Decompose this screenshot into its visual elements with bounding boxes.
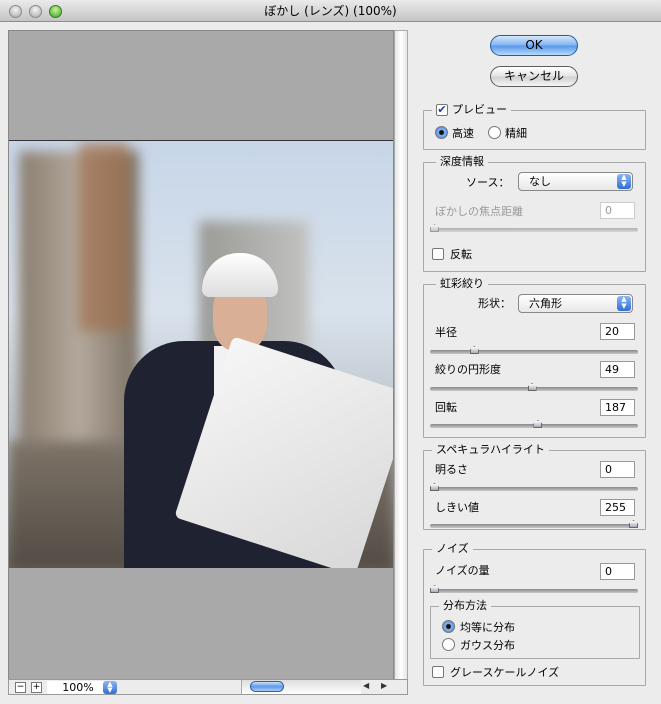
scroll-thumb[interactable] bbox=[250, 681, 284, 692]
source-select[interactable]: なし ▲ ▼ bbox=[518, 172, 633, 191]
blade-curvature-field[interactable]: 49 bbox=[600, 361, 635, 378]
blade-curvature-slider[interactable] bbox=[430, 383, 638, 391]
fast-radio[interactable] bbox=[435, 126, 448, 139]
brightness-slider[interactable] bbox=[430, 483, 638, 491]
depth-map-label: 深度情報 bbox=[436, 155, 488, 169]
noise-amount-slider[interactable] bbox=[430, 585, 638, 593]
accurate-radio[interactable] bbox=[488, 126, 501, 139]
uniform-label: 均等に分布 bbox=[460, 621, 515, 634]
focal-distance-slider[interactable] bbox=[430, 224, 638, 232]
focal-distance-label: ぼかしの焦点距離 bbox=[435, 205, 523, 218]
select-arrows-icon: ▲ ▼ bbox=[617, 174, 631, 189]
zoom-level-field[interactable]: 100% bbox=[47, 681, 109, 694]
specular-label: スペキュラハイライト bbox=[432, 443, 549, 457]
title-bar: ぼかし (レンズ) (100%) bbox=[0, 0, 661, 22]
threshold-field[interactable]: 255 bbox=[600, 499, 635, 516]
scroll-right-icon[interactable]: ▶ bbox=[381, 681, 387, 690]
fast-label: 高速 bbox=[452, 127, 474, 140]
monochromatic-checkbox[interactable] bbox=[432, 666, 444, 678]
preview-zoom-bar: − + 100% ▲ ▼ ◀ ▶ bbox=[8, 679, 408, 695]
source-label: ソース： bbox=[466, 176, 510, 189]
preview-checkbox[interactable]: ✔ bbox=[436, 104, 448, 116]
gaussian-radio[interactable] bbox=[442, 638, 455, 651]
rotation-field[interactable]: 187 bbox=[600, 399, 635, 416]
select-arrows-icon: ▲ ▼ bbox=[617, 296, 631, 311]
gaussian-label: ガウス分布 bbox=[460, 639, 515, 652]
blade-curvature-label: 絞りの円形度 bbox=[435, 363, 501, 376]
monochromatic-label: グレースケールノイズ bbox=[450, 666, 560, 679]
zoom-in-button[interactable]: + bbox=[31, 682, 42, 693]
radius-field[interactable]: 20 bbox=[600, 323, 635, 340]
distribution-label: 分布方法 bbox=[439, 599, 491, 613]
focal-distance-field[interactable]: 0 bbox=[600, 202, 635, 219]
vertical-scrollbar[interactable] bbox=[394, 30, 408, 680]
shape-value: 六角形 bbox=[529, 297, 562, 310]
threshold-label: しきい値 bbox=[435, 501, 479, 514]
threshold-slider[interactable] bbox=[430, 520, 638, 528]
shape-label: 形状： bbox=[478, 297, 511, 310]
zoom-stepper-icon[interactable]: ▲ ▼ bbox=[103, 681, 117, 694]
uniform-radio[interactable] bbox=[442, 620, 455, 633]
minimize-window-button[interactable] bbox=[29, 5, 42, 18]
ok-button[interactable]: OK bbox=[490, 35, 578, 56]
zoom-out-button[interactable]: − bbox=[15, 682, 26, 693]
brightness-field[interactable]: 0 bbox=[600, 461, 635, 478]
scroll-left-icon[interactable]: ◀ bbox=[363, 681, 369, 690]
rotation-label: 回転 bbox=[435, 401, 457, 414]
shape-select[interactable]: 六角形 ▲ ▼ bbox=[518, 294, 633, 313]
noise-amount-field[interactable]: 0 bbox=[600, 563, 635, 580]
invert-checkbox[interactable] bbox=[432, 248, 444, 260]
window-title: ぼかし (レンズ) (100%) bbox=[264, 4, 397, 18]
close-window-button[interactable] bbox=[9, 5, 22, 18]
source-value: なし bbox=[529, 175, 551, 188]
radius-slider[interactable] bbox=[430, 346, 638, 354]
brightness-label: 明るさ bbox=[435, 463, 468, 476]
rotation-slider[interactable] bbox=[430, 420, 638, 428]
accurate-label: 精細 bbox=[505, 127, 527, 140]
invert-label: 反転 bbox=[450, 248, 472, 261]
noise-label: ノイズ bbox=[432, 542, 473, 556]
iris-label: 虹彩絞り bbox=[436, 277, 488, 291]
preview-area[interactable] bbox=[8, 30, 394, 680]
preview-image bbox=[9, 140, 393, 568]
radius-label: 半径 bbox=[435, 326, 457, 339]
cancel-button[interactable]: キャンセル bbox=[490, 66, 578, 87]
noise-amount-label: ノイズの量 bbox=[435, 564, 490, 577]
zoom-window-button[interactable] bbox=[49, 5, 62, 18]
preview-label: プレビュー bbox=[452, 103, 507, 116]
horizontal-scrollbar[interactable] bbox=[241, 680, 361, 694]
